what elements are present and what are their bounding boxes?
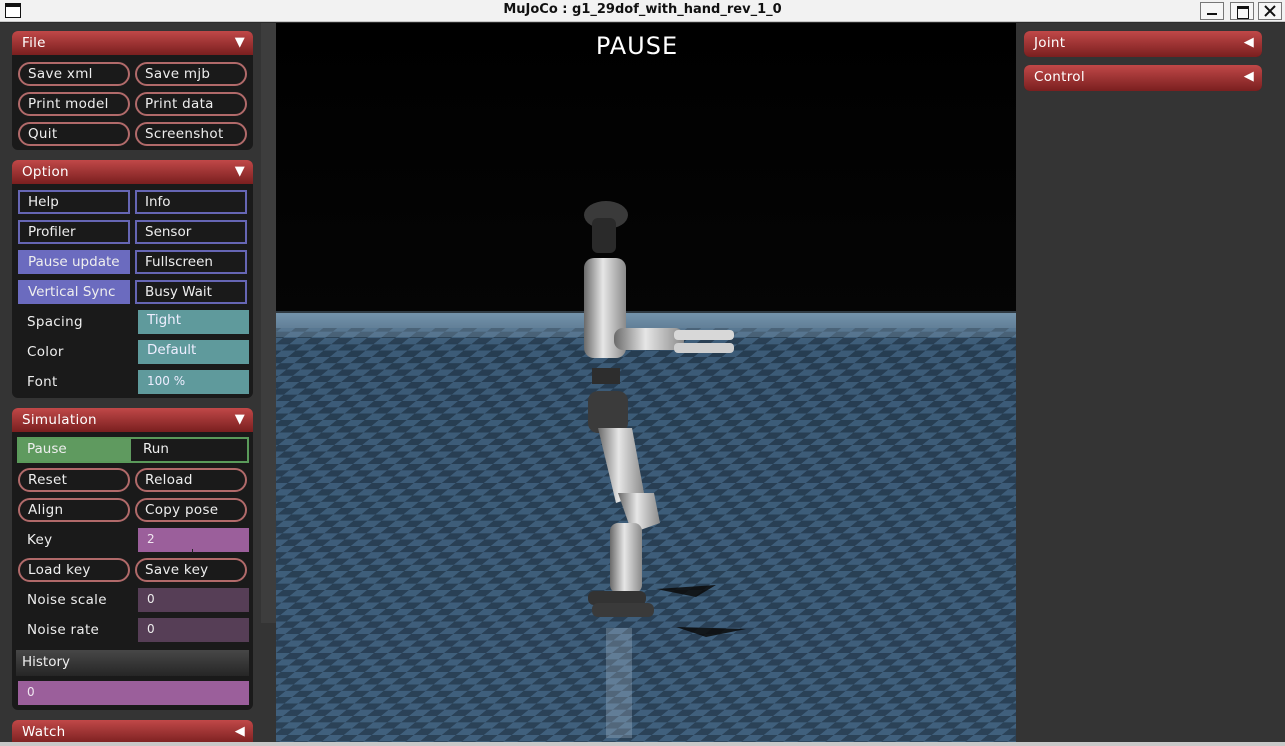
option-section: Option ▼ Help Info Profiler Sensor Pause… (12, 160, 253, 398)
pause-update-checkbox[interactable]: Pause update (18, 250, 130, 274)
save-mjb-button[interactable]: Save mjb (135, 62, 247, 86)
expand-arrow-icon: ◀ (1243, 69, 1254, 84)
pause-radio[interactable]: Pause (19, 439, 131, 461)
profiler-checkbox[interactable]: Profiler (18, 220, 130, 244)
copy-pose-button[interactable]: Copy pose (135, 498, 247, 522)
print-model-button[interactable]: Print model (18, 92, 130, 116)
save-xml-button[interactable]: Save xml (18, 62, 130, 86)
run-radio[interactable]: Run (135, 439, 247, 461)
close-icon[interactable] (1258, 2, 1282, 20)
color-select[interactable]: Default (138, 340, 249, 364)
screenshot-button[interactable]: Screenshot (135, 122, 247, 146)
option-section-header[interactable]: Option ▼ (12, 160, 253, 184)
noise-scale-input[interactable]: 0 (138, 588, 249, 612)
right-ui-panel: Joint ◀ Control ◀ (1016, 23, 1285, 746)
file-section-header[interactable]: File ▼ (12, 31, 253, 55)
window-titlebar: MuJoCo : g1_29dof_with_hand_rev_1_0 (0, 0, 1285, 22)
expand-arrow-icon: ◀ (234, 724, 245, 739)
key-label: Key (27, 532, 53, 548)
key-slider-handle[interactable] (192, 549, 193, 553)
run-mode-radio-group: Pause Run (17, 437, 249, 463)
noise-scale-label: Noise scale (27, 592, 107, 608)
joint-section: Joint ◀ (1024, 31, 1262, 57)
simulation-section-title: Simulation (22, 412, 97, 428)
spacing-select[interactable]: Tight (138, 310, 249, 334)
watch-section-title: Watch (22, 724, 66, 740)
font-select[interactable]: 100 % (138, 370, 249, 394)
help-checkbox[interactable]: Help (18, 190, 130, 214)
joint-section-title: Joint (1034, 35, 1066, 51)
expand-arrow-icon: ◀ (1243, 35, 1254, 50)
key-slider-value: 2 (147, 532, 155, 546)
busy-wait-checkbox[interactable]: Busy Wait (135, 280, 247, 304)
reset-button[interactable]: Reset (18, 468, 130, 492)
spacing-label: Spacing (27, 314, 83, 330)
reload-button[interactable]: Reload (135, 468, 247, 492)
window-bottom-border (0, 742, 1285, 746)
collapse-arrow-icon: ▼ (234, 412, 245, 427)
sensor-checkbox[interactable]: Sensor (135, 220, 247, 244)
pause-status-text: PAUSE (595, 32, 679, 60)
control-section: Control ◀ (1024, 65, 1262, 91)
maximize-icon[interactable] (1230, 2, 1254, 20)
minimize-icon[interactable] (1200, 2, 1224, 20)
noise-rate-input[interactable]: 0 (138, 618, 249, 642)
collapse-arrow-icon: ▼ (234, 164, 245, 179)
key-slider[interactable]: 2 (138, 528, 249, 553)
collapse-arrow-icon: ▼ (234, 35, 245, 50)
file-section: File ▼ Save xml Save mjb Print model Pri… (12, 31, 253, 150)
scene-render (276, 23, 1016, 746)
simulation-section-header[interactable]: Simulation ▼ (12, 408, 253, 432)
print-data-button[interactable]: Print data (135, 92, 247, 116)
control-section-title: Control (1034, 69, 1085, 85)
save-key-button[interactable]: Save key (135, 558, 247, 582)
vertical-sync-checkbox[interactable]: Vertical Sync (18, 280, 130, 304)
fullscreen-checkbox[interactable]: Fullscreen (135, 250, 247, 274)
3d-viewport[interactable]: PAUSE (276, 23, 1016, 746)
window-title: MuJoCo : g1_29dof_with_hand_rev_1_0 (503, 2, 782, 17)
simulation-section: Simulation ▼ Pause Run Reset Reload Alig… (12, 408, 253, 710)
align-button[interactable]: Align (18, 498, 130, 522)
left-panel-scrollbar[interactable] (261, 23, 276, 623)
history-slider[interactable]: 0 (18, 681, 249, 705)
file-section-title: File (22, 35, 46, 51)
history-separator: History (16, 650, 249, 676)
watch-section-header[interactable]: Watch ◀ (12, 720, 253, 744)
control-section-header[interactable]: Control ◀ (1024, 65, 1262, 91)
color-label: Color (27, 344, 64, 360)
joint-section-header[interactable]: Joint ◀ (1024, 31, 1262, 57)
quit-button[interactable]: Quit (18, 122, 130, 146)
font-label: Font (27, 374, 58, 390)
load-key-button[interactable]: Load key (18, 558, 130, 582)
info-checkbox[interactable]: Info (135, 190, 247, 214)
option-section-title: Option (22, 164, 69, 180)
noise-rate-label: Noise rate (27, 622, 100, 638)
